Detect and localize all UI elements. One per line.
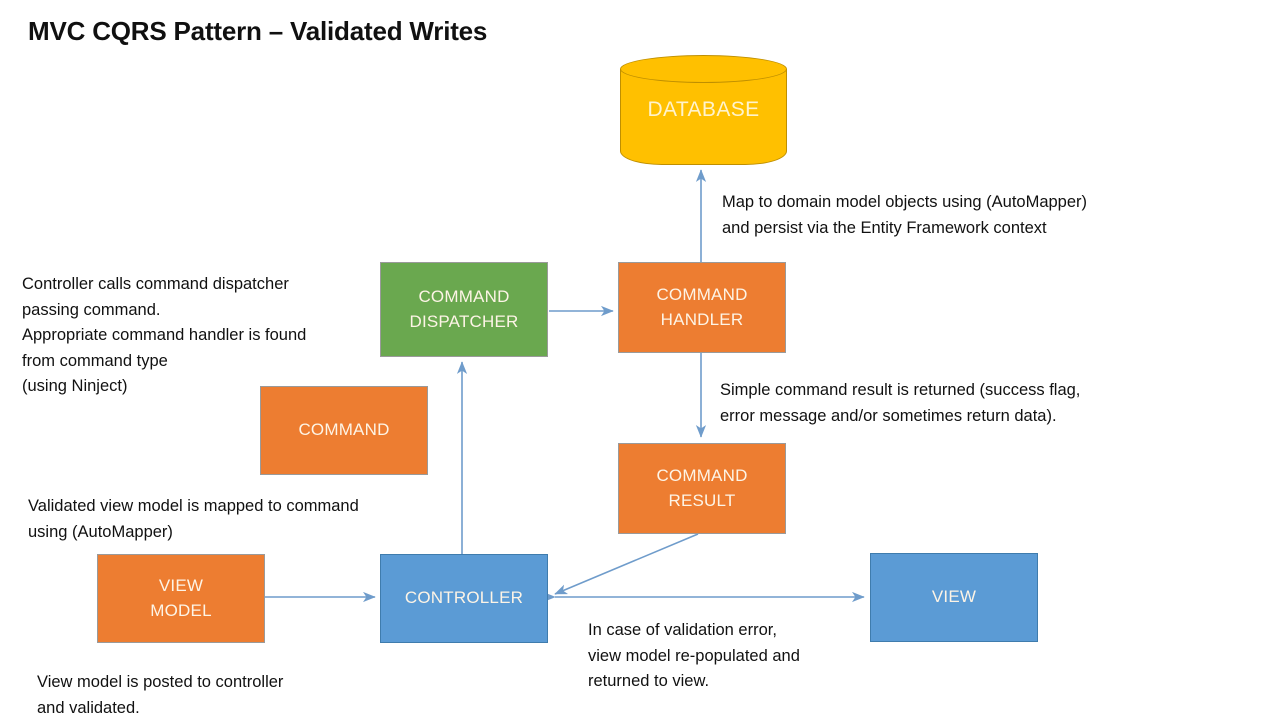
node-command-result-line2: RESULT — [668, 490, 736, 510]
note-validation-error: In case of validation error, view model … — [588, 621, 800, 691]
node-command-dispatcher-line1: COMMAND — [418, 286, 510, 306]
node-command-handler[interactable]: COMMAND HANDLER — [618, 262, 786, 353]
node-controller[interactable]: CONTROLLER — [380, 554, 548, 643]
node-view-label: VIEW — [931, 587, 977, 607]
node-view-model-line2: MODEL — [150, 600, 212, 620]
node-command-dispatcher-line2: DISPATCHER — [409, 311, 519, 331]
node-command-handler-line2: HANDLER — [660, 309, 744, 329]
node-view-model[interactable]: VIEW MODEL — [97, 554, 265, 643]
node-command-result[interactable]: COMMAND RESULT — [618, 443, 786, 534]
node-database[interactable]: DATABASE — [620, 55, 787, 165]
node-view-model-line1: VIEW — [158, 575, 204, 595]
note-command-result: Simple command result is returned (succe… — [720, 381, 1081, 425]
node-command-dispatcher[interactable]: COMMAND DISPATCHER — [380, 262, 548, 357]
page-title: MVC CQRS Pattern – Validated Writes — [28, 16, 488, 46]
diagram-canvas: MVC CQRS Pattern – Validated Writes DATA… — [0, 0, 1280, 720]
node-command-result-line1: COMMAND — [656, 465, 748, 485]
note-posted: View model is posted to controller and v… — [37, 673, 284, 717]
note-controller-dispatch: Controller calls command dispatcher pass… — [22, 275, 307, 396]
node-command-label: COMMAND — [298, 420, 390, 440]
note-mapping: Validated view model is mapped to comman… — [28, 497, 359, 541]
node-command-handler-line1: COMMAND — [656, 284, 748, 304]
node-view[interactable]: VIEW — [870, 553, 1038, 642]
node-database-label: DATABASE — [647, 98, 760, 121]
node-controller-label: CONTROLLER — [404, 588, 524, 608]
note-persist: Map to domain model objects using (AutoM… — [722, 193, 1088, 237]
arrow-result-to-controller — [554, 533, 699, 595]
